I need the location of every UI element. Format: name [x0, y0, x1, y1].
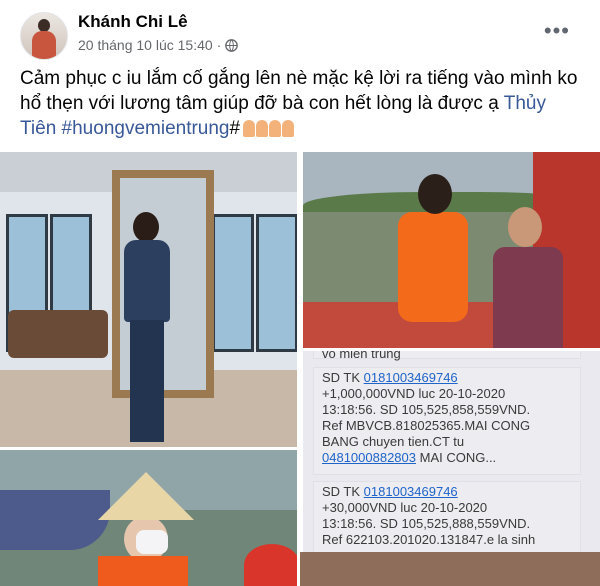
more-options-icon[interactable]: ••• — [544, 20, 570, 42]
photo-lobby-mirror[interactable] — [0, 152, 297, 447]
globe-icon[interactable] — [225, 38, 239, 52]
post-meta: 20 tháng 10 lúc 15:40 · — [78, 37, 239, 53]
sms-message: SD TK 0181003469746 +1,000,000VND luc 20… — [313, 367, 581, 475]
photo-grid: vo mien trung SD TK 0181003469746 +1,000… — [0, 152, 600, 586]
author-name[interactable]: Khánh Chi Lê — [78, 12, 188, 32]
sms-fragment: vo mien trung — [313, 351, 581, 361]
author-avatar[interactable] — [20, 12, 68, 60]
photo-bank-sms[interactable]: vo mien trung SD TK 0181003469746 +1,000… — [303, 351, 600, 586]
photo-flood-visit[interactable] — [303, 152, 600, 348]
folded-hands-icon — [243, 120, 295, 137]
caption-text: Cảm phục c iu lắm cố gắng lên nè mặc kệ … — [20, 68, 578, 114]
post-caption: Cảm phục c iu lắm cố gắng lên nè mặc kệ … — [20, 66, 580, 141]
meta-separator: · — [216, 37, 222, 53]
photo-boat-relief[interactable] — [0, 450, 297, 586]
post-timestamp[interactable]: 20 tháng 10 lúc 15:40 — [78, 37, 213, 53]
photo-strip-bottom[interactable] — [300, 552, 600, 586]
hash-suffix: # — [229, 118, 241, 139]
facebook-post: Khánh Chi Lê 20 tháng 10 lúc 15:40 · •••… — [0, 0, 600, 586]
hashtag-link[interactable]: #huongvemientrung — [62, 118, 230, 139]
